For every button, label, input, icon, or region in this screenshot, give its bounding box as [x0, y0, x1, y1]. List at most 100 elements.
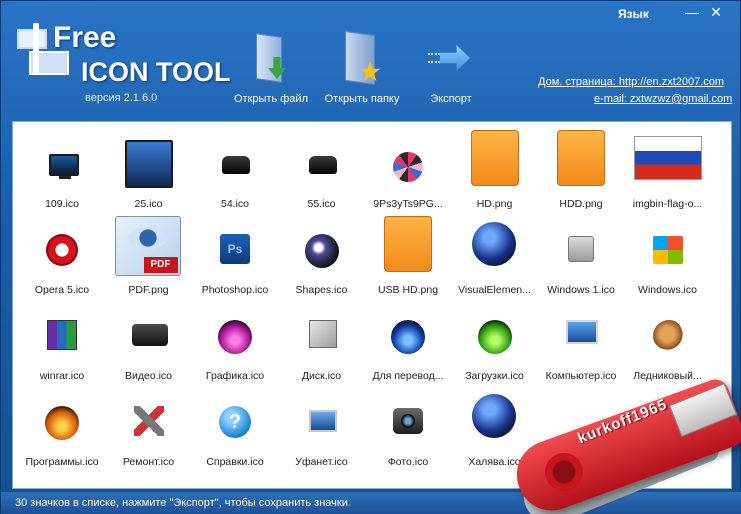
icon-item[interactable]: Ремонт.ico: [106, 388, 192, 474]
icon-item[interactable]: Ps Photoshop.ico: [192, 216, 278, 302]
icon-item[interactable]: HDD.png: [538, 130, 624, 216]
icon-item-label: winrar.ico: [39, 370, 85, 382]
hdd-orange-icon: [384, 216, 432, 272]
icon-item-label: Справки.ico: [206, 456, 264, 468]
export-arrow-icon: [428, 31, 474, 87]
status-bar: 30 значков в списке, нажмите "Экспорт", …: [1, 492, 741, 514]
icon-item[interactable]: 55.ico: [279, 130, 365, 216]
logo-line2: ICON TOOL: [81, 57, 231, 87]
icon-item[interactable]: Халява.ico: [452, 388, 538, 474]
disk-icon: [308, 320, 337, 348]
icon-item[interactable]: Видео.ico: [106, 302, 192, 388]
icon-item[interactable]: ? Справки.ico: [192, 388, 278, 474]
icon-item-label: PDF.png: [128, 284, 169, 296]
icon-item-label: Windows.ico: [638, 284, 697, 296]
icon-item[interactable]: HD.png: [452, 130, 538, 216]
icon-item[interactable]: 54.ico: [192, 130, 278, 216]
icon-item[interactable]: 25.ico: [106, 130, 192, 216]
open-folder-label: Открыть папку: [324, 93, 400, 105]
icon-item[interactable]: USB HD.png: [365, 216, 451, 302]
pdf-icon: PDF: [114, 216, 181, 276]
icon-item[interactable]: Графика.ico: [192, 302, 278, 388]
icon-item-label: Shapes.ico: [295, 284, 348, 296]
netpc-icon: [308, 410, 337, 432]
icon-item-label: 9Ps3yTs9PG...: [373, 198, 443, 210]
close-button[interactable]: ✕: [705, 3, 727, 21]
homepage-link[interactable]: Дом. страница: http://en.zxt2007.com: [538, 76, 724, 88]
icon-item[interactable]: Уфанет.ico: [279, 388, 365, 474]
icon-item-label: Уфанет.ico: [295, 456, 348, 468]
icon-item[interactable]: Компьютер.ico: [538, 302, 624, 388]
orb-orange-icon: [45, 406, 79, 440]
icon-item-label: Графика.ico: [205, 370, 265, 382]
winrar-icon: [47, 320, 77, 350]
icon-item-label: Photoshop.ico: [201, 284, 269, 296]
icon-item-label: Windows 1.ico: [547, 284, 615, 296]
icon-item[interactable]: Для перевод...: [365, 302, 451, 388]
email-link[interactable]: e-mail: zxtwzwz@gmail.com: [594, 93, 732, 105]
icon-item-label: Ремонт.ico: [122, 456, 175, 468]
icon-item-label: 54.ico: [220, 198, 250, 210]
icon-item[interactable]: Загрузки.ico: [452, 302, 538, 388]
icon-item-label: HDD.png: [559, 198, 603, 210]
icon-item[interactable]: Ледниковый...: [625, 302, 711, 388]
icon-item[interactable]: 109.ico: [19, 130, 105, 216]
tv2-icon: [124, 140, 173, 188]
minimize-button[interactable]: —: [681, 3, 703, 21]
icon-item[interactable]: Windows.ico: [625, 216, 711, 302]
opera-icon: [46, 234, 78, 266]
orb-shapes-icon: [304, 234, 339, 268]
squirrel-icon: [652, 320, 685, 352]
orb-deepblue-icon: [391, 320, 425, 354]
app-window: Free ICON TOOL версия 2.1.6.0 Открыть фа…: [0, 0, 741, 514]
icon-item[interactable]: imgbin-flag-o...: [625, 130, 711, 216]
icon-item[interactable]: Программы.ico: [19, 388, 105, 474]
open-file-button[interactable]: Открыть файл: [229, 31, 313, 105]
open-folder-button[interactable]: Открыть папку: [319, 30, 405, 105]
icon-item[interactable]: PDF PDF.png: [106, 216, 192, 302]
icon-item[interactable]: 9Ps3yTs9PG...: [365, 130, 451, 216]
version-label: версия 2.1.6.0: [85, 92, 158, 104]
icon-item[interactable]: Opera 5.ico: [19, 216, 105, 302]
language-menu[interactable]: Язык: [618, 7, 649, 21]
icon-item-label: Opera 5.ico: [34, 284, 90, 296]
export-label: Экспорт: [430, 93, 472, 105]
icon-item-label: Для перевод...: [372, 370, 444, 382]
icon-item[interactable]: Shapes.ico: [279, 216, 365, 302]
collage-icon: [393, 152, 423, 182]
icon-item[interactable]: winrar.ico: [19, 302, 105, 388]
icon-item-label: Загрузки.ico: [465, 370, 524, 382]
icon-item[interactable]: VisualElemen...: [452, 216, 538, 302]
car-icon: [308, 156, 337, 174]
icon-item-label: 109.ico: [45, 198, 79, 210]
icon-item[interactable]: Фото.ico: [365, 388, 451, 474]
open-file-label: Открыть файл: [234, 93, 308, 105]
winlogo-icon: [652, 236, 683, 264]
icon-item-label: VisualElemen...: [458, 284, 531, 296]
gray-hdd-icon: [568, 236, 594, 262]
photo-icon: [393, 408, 423, 434]
flag-icon: [633, 136, 702, 180]
help-icon: ?: [219, 406, 251, 438]
open-file-icon: [248, 31, 294, 87]
globe-icon: [471, 222, 516, 266]
open-folder-icon: [339, 30, 385, 87]
icon-item-label: Программы.ico: [25, 456, 99, 468]
icon-grid: 109.ico 25.ico 54.ico 55.ico 9Ps3yTs9PG... HD…: [17, 126, 729, 486]
logo-line1: Free: [53, 21, 117, 54]
icon-item-label: Ледниковый...: [633, 370, 702, 382]
tools-icon: [133, 406, 164, 436]
app-logo: Free ICON TOOL: [15, 21, 235, 101]
hdd-orange-icon: [470, 130, 519, 186]
export-button[interactable]: Экспорт: [421, 31, 481, 105]
tv-icon: [49, 154, 79, 179]
header: Free ICON TOOL версия 2.1.6.0 Открыть фа…: [1, 1, 741, 113]
icon-item-label: Халява.ico: [468, 456, 521, 468]
icon-item[interactable]: Диск.ico: [279, 302, 365, 388]
icon-list-panel[interactable]: 109.ico 25.ico 54.ico 55.ico 9Ps3yTs9PG... HD…: [12, 121, 732, 489]
icon-item-label: 55.ico: [307, 198, 336, 210]
icon-item[interactable]: Windows 1.ico: [538, 216, 624, 302]
icon-item-label: USB HD.png: [377, 284, 439, 296]
car-icon: [222, 156, 250, 174]
icon-item-label: Компьютер.ico: [545, 370, 617, 382]
